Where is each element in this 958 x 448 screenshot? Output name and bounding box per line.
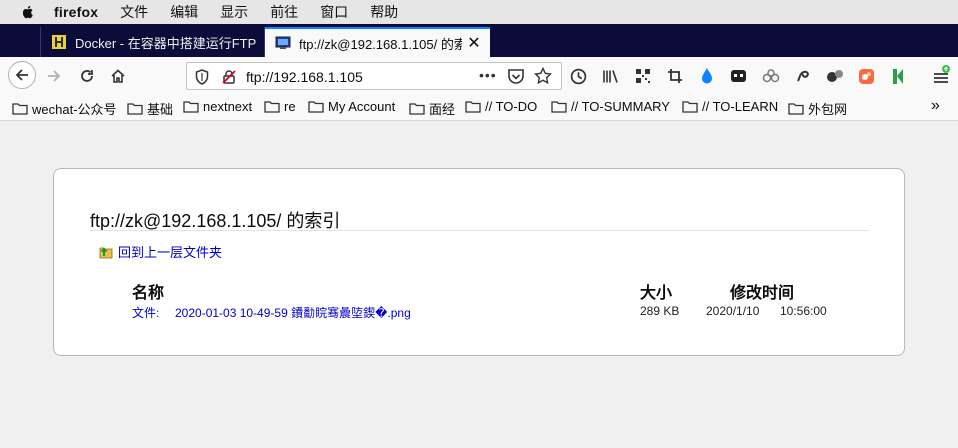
tab-docker[interactable]: Docker - 在容器中搭建运行FTP (40, 27, 265, 57)
shield-icon[interactable] (195, 69, 209, 85)
parent-link-label: 回到上一层文件夹 (118, 245, 223, 260)
folder-icon (12, 103, 28, 115)
up-folder-icon (99, 247, 113, 258)
page-actions-button[interactable]: ••• (479, 67, 497, 83)
apple-icon[interactable] (20, 4, 36, 20)
library-icon[interactable] (602, 68, 620, 85)
folder-icon (127, 103, 143, 115)
bookmark-star-icon[interactable] (534, 67, 552, 85)
water-drop-icon[interactable] (700, 67, 714, 85)
bookmarks-overflow-chevron-icon[interactable]: » (931, 97, 940, 115)
extension-green-icon[interactable] (891, 68, 905, 85)
docker-icon (52, 35, 66, 49)
bookmark-label: // TO-SUMMARY (571, 99, 670, 114)
tab-title: ftp://zk@192.168.1.105/ 的索引 (299, 36, 462, 52)
bookmark-label: My Account (328, 99, 396, 114)
file-size: 289 KB (640, 304, 680, 318)
bookmark-label: re (284, 99, 296, 114)
file-type-label: 文件: (132, 306, 160, 320)
bookmark-label: // TO-LEARN (702, 99, 779, 114)
bookmark-folder-my-account[interactable]: My Account (308, 99, 395, 114)
extension-chain-icon[interactable] (762, 69, 780, 83)
url-text[interactable]: ftp://192.168.1.105 (246, 69, 363, 85)
bookmark-folder-to-learn[interactable]: // TO-LEARN (682, 99, 778, 114)
bookmark-label: 外包网 (808, 102, 848, 117)
pocket-icon[interactable] (507, 68, 525, 85)
qr-code-icon[interactable] (635, 68, 651, 84)
bookmark-folder-nextnext[interactable]: nextnext (183, 99, 252, 114)
folder-icon (183, 101, 199, 113)
tab-title: Docker - 在容器中搭建运行FTP (75, 35, 257, 51)
back-button[interactable] (8, 61, 36, 89)
extension-orange-icon[interactable] (858, 68, 875, 85)
extension-balls-icon[interactable] (826, 68, 844, 84)
monitor-icon (275, 36, 291, 49)
folder-icon (409, 103, 425, 115)
bookmark-folder-wechat[interactable]: wechat-公众号 (12, 99, 117, 118)
bookmark-folder-todo[interactable]: // TO-DO (465, 99, 537, 114)
bookmark-folder-to-summary[interactable]: // TO-SUMMARY (551, 99, 670, 114)
bookmark-label: 面经 (429, 102, 456, 117)
history-clock-icon[interactable] (570, 68, 587, 85)
menu-help[interactable]: 帮助 (370, 2, 398, 22)
reload-button[interactable] (74, 63, 100, 89)
close-tab-icon[interactable]: ✕ (466, 33, 482, 53)
tab-ftp-index[interactable]: ftp://zk@192.168.1.105/ 的索引 ✕ (265, 27, 490, 57)
folder-icon (788, 103, 804, 115)
hamburger-menu-icon[interactable] (932, 65, 952, 85)
bookmark-folder-re[interactable]: re (264, 99, 296, 114)
folder-icon (308, 101, 324, 113)
bookmark-label: wechat-公众号 (32, 102, 117, 117)
menu-view[interactable]: 显示 (220, 2, 248, 22)
reload-icon (81, 70, 93, 82)
forward-arrow-icon (48, 70, 61, 82)
menu-go[interactable]: 前往 (270, 2, 298, 22)
file-date: 2020/1/10 (706, 304, 760, 318)
column-header-size[interactable]: 大小 (640, 279, 672, 303)
folder-icon (465, 101, 481, 113)
extension-swirl-icon[interactable] (795, 68, 811, 84)
bookmark-folder-outsourcing[interactable]: 外包网 (788, 99, 847, 118)
back-arrow-icon (15, 69, 28, 81)
bookmark-folder-interviews[interactable]: 面经 (409, 99, 455, 118)
mask-icon[interactable] (730, 68, 747, 84)
column-header-name[interactable]: 名称 (132, 279, 164, 303)
home-icon (111, 69, 125, 83)
bookmark-label: 基础 (147, 102, 174, 117)
bookmark-label: nextnext (203, 99, 253, 114)
menu-edit[interactable]: 编辑 (170, 2, 198, 22)
page-content: ftp://zk@192.168.1.105/ 的索引 回到上一层文件夹 名称 … (0, 121, 958, 448)
menu-file[interactable]: 文件 (120, 2, 148, 22)
parent-directory-link[interactable]: 回到上一层文件夹 (98, 242, 222, 261)
insecure-lock-icon[interactable] (221, 69, 237, 85)
menu-window[interactable]: 窗口 (320, 2, 348, 22)
home-button[interactable] (105, 63, 131, 89)
file-link[interactable]: 2020-01-03 10-49-59 鐨勫睆骞曟埅鍥�.png (175, 304, 411, 321)
title-divider (90, 230, 869, 231)
menu-bar: firefox 文件 编辑 显示 前往 窗口 帮助 (0, 0, 958, 24)
file-time: 10:56:00 (780, 304, 827, 318)
bookmarks-toolbar: wechat-公众号 基础 nextnext re My Account 面经 … (0, 93, 958, 121)
bookmark-folder-basics[interactable]: 基础 (127, 99, 173, 118)
folder-icon (264, 101, 280, 113)
column-header-modified[interactable]: 修改时间 (730, 279, 794, 303)
listing-container: ftp://zk@192.168.1.105/ 的索引 回到上一层文件夹 名称 … (53, 168, 905, 356)
folder-icon (551, 101, 567, 113)
tab-bar: Docker - 在容器中搭建运行FTP ftp://zk@192.168.1.… (0, 24, 958, 75)
crop-icon[interactable] (667, 68, 683, 84)
url-bar[interactable]: ftp://192.168.1.105 ••• (186, 62, 562, 90)
bookmark-label: // TO-DO (485, 99, 538, 114)
folder-icon (682, 101, 698, 113)
forward-button[interactable] (41, 63, 67, 89)
nav-toolbar: ftp://192.168.1.105 ••• (0, 57, 958, 93)
menu-app-name[interactable]: firefox (54, 4, 98, 20)
